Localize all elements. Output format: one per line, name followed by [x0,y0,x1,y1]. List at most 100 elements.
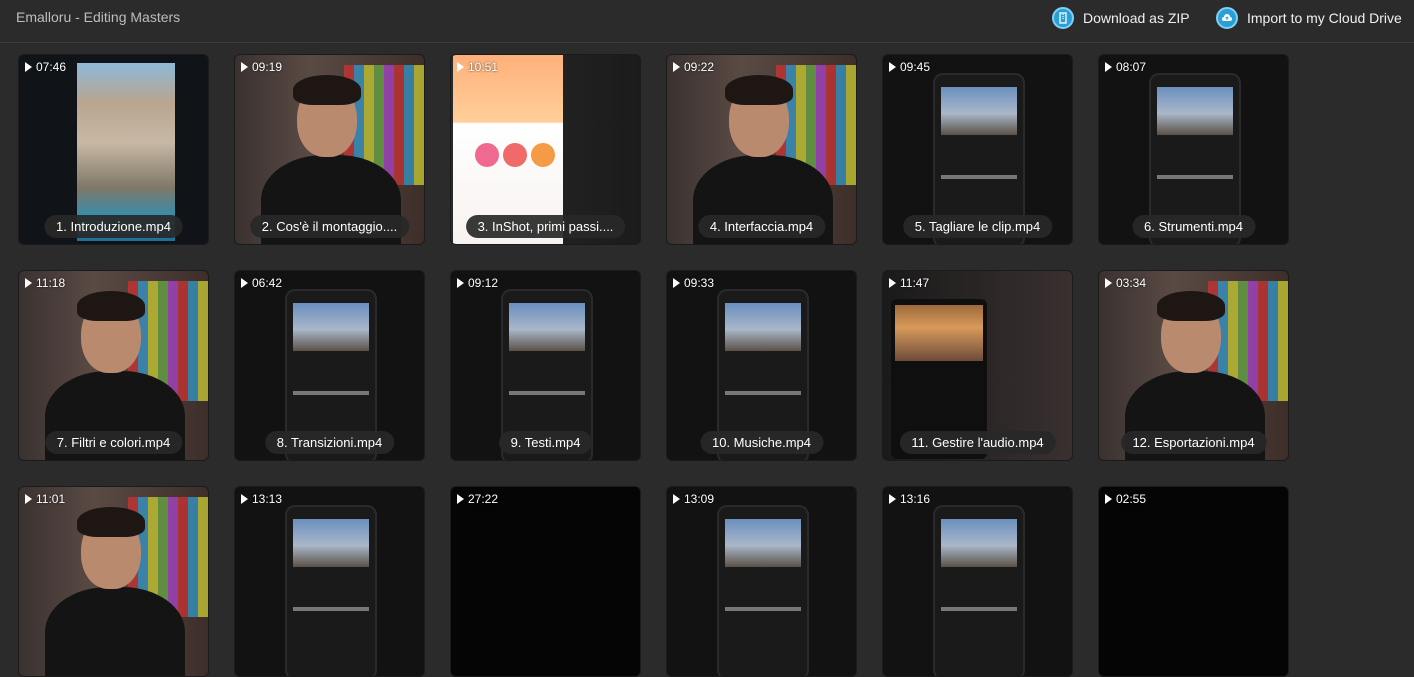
thumbnail-controls [293,607,369,611]
download-zip-button[interactable]: Download as ZIP [1052,6,1190,30]
duration-text: 09:22 [684,60,715,74]
import-cloud-drive-button[interactable]: Import to my Cloud Drive [1216,6,1402,30]
thumbnail-preview [293,519,369,567]
video-duration: 09:19 [241,60,282,74]
video-duration: 08:07 [1105,60,1146,74]
video-tile[interactable]: 02:55 [1098,486,1289,677]
thumbnail-figure-body [45,587,185,676]
play-icon [1105,62,1112,72]
thumbnail-controls [1157,175,1233,179]
duration-text: 06:42 [252,276,283,290]
play-icon [673,278,680,288]
video-duration: 09:33 [673,276,714,290]
duration-text: 13:13 [252,492,283,506]
duration-text: 11:01 [36,492,66,506]
video-duration: 11:01 [25,492,65,506]
video-grid: 07:46 1. Introduzione.mp4 09:19 2. Cos'è il… [18,54,1289,677]
play-icon [241,494,248,504]
play-icon [25,494,32,504]
video-tile[interactable]: 06:42 8. Transizioni.mp4 [234,270,425,461]
duration-text: 09:12 [468,276,499,290]
video-thumbnail [1099,487,1288,676]
duration-text: 27:22 [468,492,499,506]
video-tile[interactable]: 09:45 5. Tagliare le clip.mp4 [882,54,1073,245]
video-duration: 27:22 [457,492,498,506]
video-filename: 4. Interfaccia.mp4 [697,215,826,238]
play-icon [25,62,32,72]
thumbnail-preview [1157,87,1233,135]
cloud-upload-icon [1216,7,1238,29]
video-tile[interactable]: 27:22 [450,486,641,677]
thumbnail-figure-hair [1157,291,1225,321]
import-cloud-drive-label: Import to my Cloud Drive [1247,10,1402,26]
video-filename: 12. Esportazioni.mp4 [1120,431,1267,454]
duration-text: 10:51 [468,60,499,74]
duration-text: 13:16 [900,492,931,506]
play-icon [673,62,680,72]
video-duration: 07:46 [25,60,66,74]
duration-text: 02:55 [1116,492,1147,506]
play-icon [889,278,896,288]
thumbnail-preview [941,519,1017,567]
video-duration: 03:34 [1105,276,1146,290]
video-filename: 7. Filtri e colori.mp4 [44,431,183,454]
video-filename: 2. Cos'è il montaggio.... [249,215,410,238]
video-duration: 09:45 [889,60,930,74]
video-duration: 09:22 [673,60,714,74]
video-tile[interactable]: 09:19 2. Cos'è il montaggio.... [234,54,425,245]
play-icon [241,62,248,72]
thumbnail-figure-hair [293,75,361,105]
video-duration: 09:12 [457,276,498,290]
video-tile[interactable]: 11:01 [18,486,209,677]
video-duration: 06:42 [241,276,282,290]
video-tile[interactable]: 13:09 [666,486,857,677]
video-thumbnail [235,487,424,676]
video-filename: 6. Strumenti.mp4 [1132,215,1255,238]
video-tile[interactable]: 09:22 4. Interfaccia.mp4 [666,54,857,245]
zip-icon [1052,7,1074,29]
video-filename: 5. Tagliare le clip.mp4 [902,215,1053,238]
thumbnail-controls [941,175,1017,179]
video-filename: 1. Introduzione.mp4 [44,215,183,238]
video-filename: 9. Testi.mp4 [498,431,593,454]
video-tile[interactable]: 09:33 10. Musiche.mp4 [666,270,857,461]
thumbnail-preview [725,519,801,567]
video-tile[interactable]: 10:51 3. InShot, primi passi.... [450,54,641,245]
video-thumbnail [883,487,1072,676]
play-icon [457,494,464,504]
thumbnail-controls [941,607,1017,611]
thumbnail-controls [293,391,369,395]
thumbnail-figure-hair [77,291,145,321]
thumbnail-controls [725,607,801,611]
video-tile[interactable]: 08:07 6. Strumenti.mp4 [1098,54,1289,245]
play-icon [457,278,464,288]
thumbnail-controls [509,391,585,395]
play-icon [1105,278,1112,288]
duration-text: 09:19 [252,60,283,74]
video-filename: 3. InShot, primi passi.... [465,215,626,238]
thumbnail-app-button [531,143,555,167]
video-filename: 10. Musiche.mp4 [700,431,823,454]
video-thumbnail [19,487,208,676]
video-tile[interactable]: 13:13 [234,486,425,677]
play-icon [889,494,896,504]
video-tile[interactable]: 03:34 12. Esportazioni.mp4 [1098,270,1289,461]
video-tile[interactable]: 07:46 1. Introduzione.mp4 [18,54,209,245]
duration-text: 07:46 [36,60,67,74]
thumbnail-controls [725,391,801,395]
thumbnail-figure-hair [725,75,793,105]
play-icon [25,278,32,288]
video-tile[interactable]: 11:47 11. Gestire l'audio.mp4 [882,270,1073,461]
video-duration: 10:51 [457,60,498,74]
video-thumbnail [667,487,856,676]
duration-text: 11:47 [900,276,930,290]
video-tile[interactable]: 11:18 7. Filtri e colori.mp4 [18,270,209,461]
thumbnail-app-button [503,143,527,167]
video-tile[interactable]: 09:12 9. Testi.mp4 [450,270,641,461]
duration-text: 11:18 [36,276,66,290]
thumbnail-app-button [475,143,499,167]
duration-text: 13:09 [684,492,715,506]
video-duration: 02:55 [1105,492,1146,506]
video-tile[interactable]: 13:16 [882,486,1073,677]
video-duration: 11:18 [25,276,65,290]
